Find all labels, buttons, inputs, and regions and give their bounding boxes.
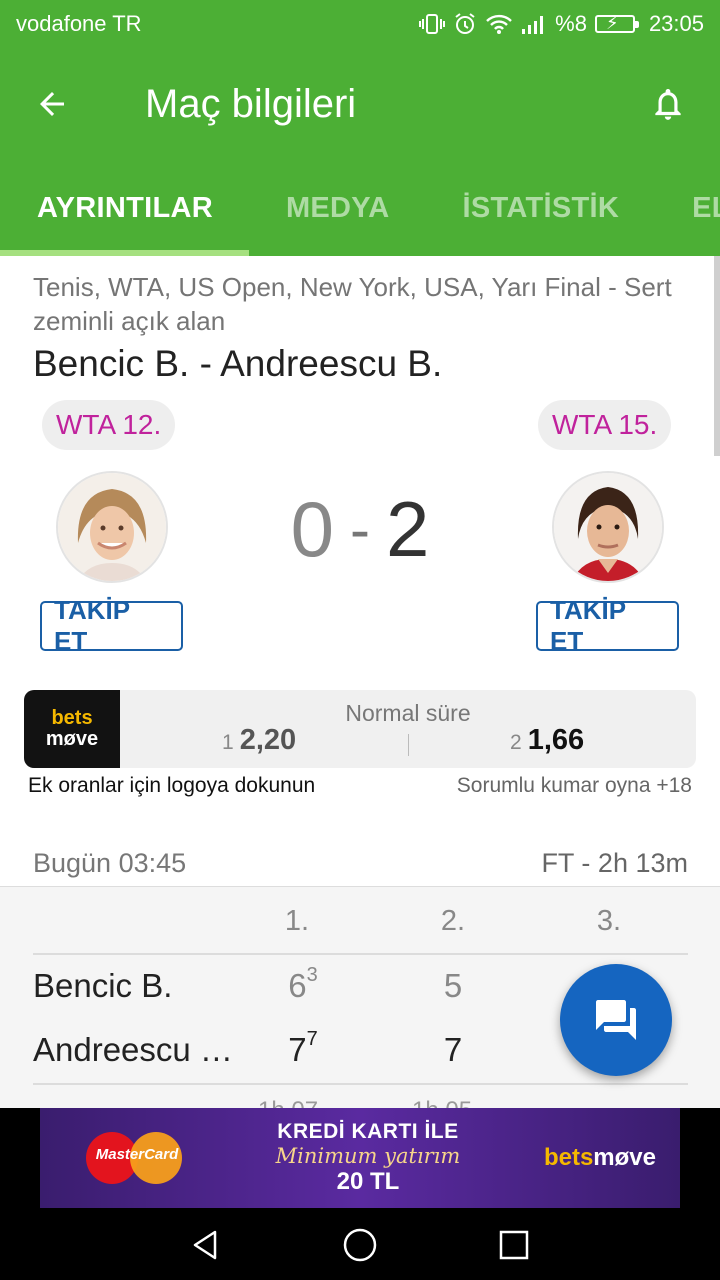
table-row-away-name: Andreescu … — [33, 1031, 233, 1068]
home-odd-index: 1 — [222, 731, 234, 754]
ad-line-2: Minimum yatırım — [275, 1144, 461, 1168]
ad-banner[interactable]: MasterCard KREDİ KARTI İLE Minimum yatır… — [40, 1108, 680, 1208]
logo-line-2: møve — [45, 728, 99, 750]
back-nav-icon[interactable] — [184, 1223, 228, 1267]
match-meta: Tenis, WTA, US Open, New York, USA, Yarı… — [33, 272, 672, 336]
home-rank-badge: WTA 12. — [42, 400, 176, 450]
status-bar: vodafone TR %8 ⚡ 23:05 — [0, 0, 720, 48]
back-button[interactable] — [0, 48, 112, 160]
tab-more[interactable]: EL — [692, 160, 720, 256]
bell-icon — [655, 88, 681, 120]
chat-fab-button[interactable] — [560, 964, 672, 1076]
signal-icon — [521, 13, 547, 35]
arrow-back-icon — [40, 92, 64, 116]
set-header-2: 2. — [440, 905, 466, 937]
odds-panel[interactable]: bets møve Normal süre 1 2,20 2 1,66 — [24, 690, 696, 768]
match-date: Bugün 03:45 — [33, 848, 187, 878]
set-header-1: 1. — [284, 905, 310, 937]
ad-brand-logo: betsmøve — [544, 1144, 656, 1172]
home-player-avatar[interactable] — [56, 471, 168, 583]
table-row-home-name: Bencic B. — [33, 967, 173, 1004]
follow-home-button[interactable]: TAKİP ET — [40, 595, 183, 656]
mastercard-logo: MasterCard — [82, 1128, 192, 1188]
score-separator: - — [350, 495, 370, 563]
tab-media[interactable]: MEDYA — [286, 160, 390, 256]
ad-brand-a: bets — [543, 1144, 594, 1171]
away-set-1: 77 — [273, 1028, 333, 1069]
ad-line-1: KREDİ KARTI İLE — [277, 1120, 459, 1143]
battery-charging-icon: ⚡ — [594, 14, 639, 33]
clock: 23:05 — [648, 11, 704, 36]
match-score: 0 - 2 — [280, 484, 440, 574]
system-nav-bar — [0, 1210, 720, 1280]
match-title: Bencic B. - Andreescu B. — [33, 343, 443, 384]
page-title: Maç bilgileri — [145, 81, 357, 126]
home-set-1-score: 6 — [288, 967, 307, 1004]
wifi-icon — [485, 13, 513, 35]
table-divider-bottom — [33, 1083, 688, 1085]
battery-percent: %8 — [555, 11, 587, 36]
home-set-1-tiebreak: 3 — [306, 964, 318, 986]
table-divider — [33, 953, 688, 955]
ad-line-3: 20 TL — [336, 1168, 400, 1195]
match-status: FT - 2h 13m — [541, 848, 688, 878]
tab-statistics[interactable]: İSTATİSTİK — [463, 160, 620, 256]
away-odd[interactable]: 2 1,66 — [510, 724, 584, 757]
ad-text: KREDİ KARTI İLE Minimum yatırım 20 TL — [192, 1120, 544, 1196]
home-nav-icon[interactable] — [338, 1223, 382, 1267]
set-header-3: 3. — [596, 905, 622, 937]
away-set-1-score: 7 — [288, 1031, 307, 1068]
tab-bar: AYRINTILAR MEDYA İSTATİSTİK EL — [0, 160, 720, 256]
away-set-2: 7 — [443, 1031, 463, 1068]
away-set-1-tiebreak: 7 — [306, 1028, 318, 1050]
card-brand-text: MasterCard — [95, 1146, 179, 1163]
carrier-name: vodafone TR — [16, 11, 142, 36]
screen: vodafone TR %8 ⚡ 23:05 Maç bilgileri AYR… — [0, 0, 720, 1280]
away-odd-index: 2 — [510, 731, 522, 754]
odds-label: Normal süre — [345, 700, 471, 726]
recents-nav-icon[interactable] — [492, 1223, 536, 1267]
chat-icon — [596, 1000, 636, 1040]
status-icons: %8 ⚡ 23:05 — [419, 11, 704, 37]
odds-hint: Ek oranlar için logoya dokunun — [28, 774, 316, 797]
active-tab-indicator — [0, 250, 249, 256]
betsmove-logo[interactable]: bets møve — [24, 690, 120, 768]
away-score: 2 — [385, 484, 430, 573]
away-rank-badge: WTA 15. — [538, 400, 672, 450]
app-bar: Maç bilgileri — [0, 48, 720, 160]
follow-away-button[interactable]: TAKİP ET — [536, 595, 679, 656]
away-player-avatar[interactable] — [552, 471, 664, 583]
home-score: 0 — [290, 484, 334, 573]
home-set-2: 5 — [443, 967, 463, 1004]
home-odd-value: 2,20 — [239, 724, 297, 756]
set-1-duration: 1h 07 — [258, 1097, 318, 1108]
notification-button[interactable] — [616, 48, 720, 160]
ad-brand-b: møve — [593, 1144, 656, 1171]
set-2-duration: 1h 05 — [412, 1097, 472, 1108]
odds-divider — [408, 734, 409, 756]
responsible-gambling-note: Sorumlu kumar oyna +18 — [456, 774, 692, 797]
logo-line-1: bets — [51, 707, 93, 729]
home-set-1: 63 — [273, 964, 333, 1005]
tab-details[interactable]: AYRINTILAR — [37, 160, 213, 256]
vibrate-icon — [419, 13, 446, 35]
alarm-icon — [453, 12, 477, 36]
away-odd-value: 1,66 — [527, 724, 585, 756]
home-odd[interactable]: 1 2,20 — [222, 724, 296, 757]
scrollbar[interactable] — [714, 256, 720, 456]
